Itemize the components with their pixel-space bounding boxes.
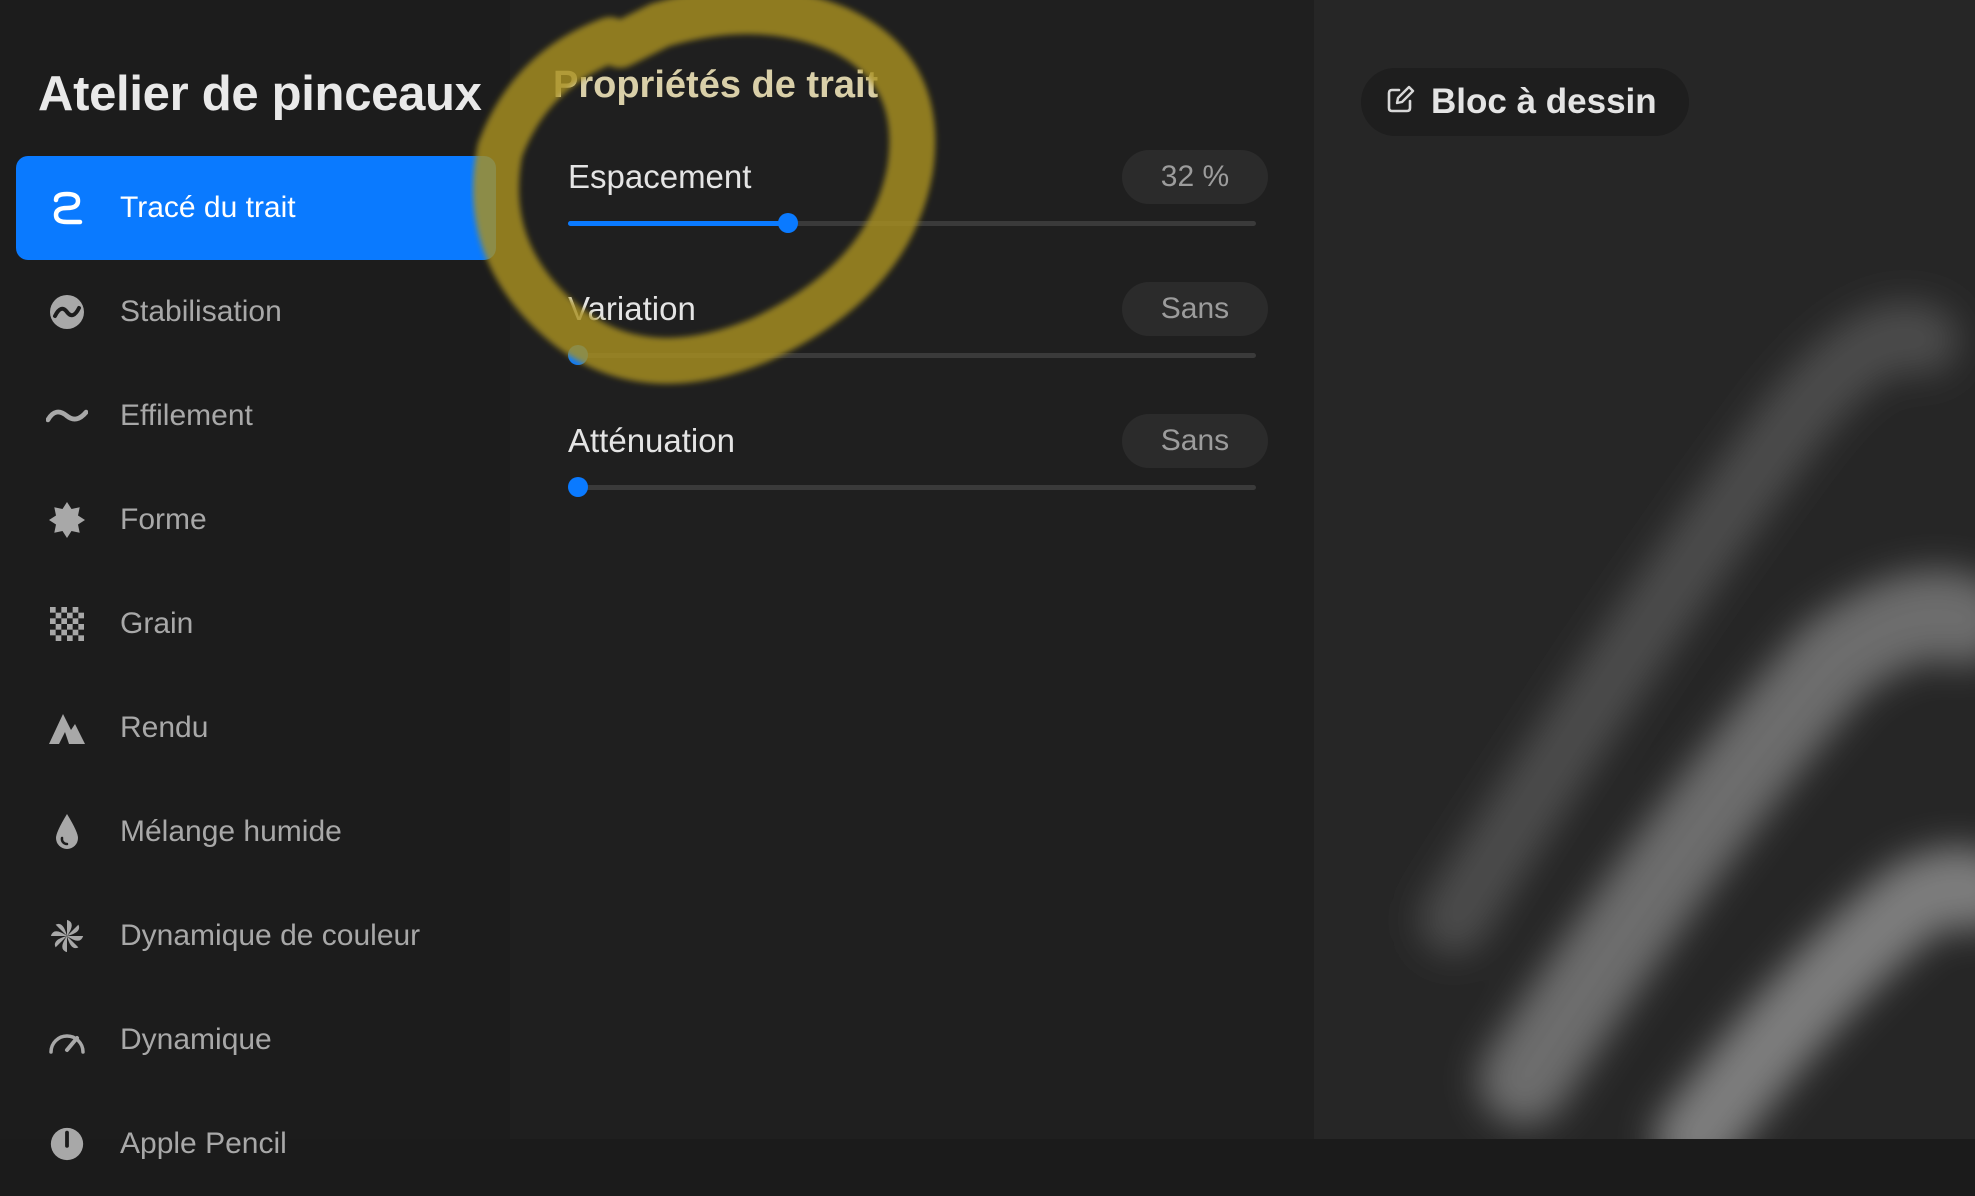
settings-panel: Propriétés de trait Espacement 32 % Vari… [510, 0, 1314, 1139]
sidebar-item-apple-pencil[interactable]: Apple Pencil [16, 1092, 496, 1196]
drawing-preview[interactable]: Bloc à dessin [1314, 0, 1975, 1139]
sidebar-item-shape[interactable]: Forme [16, 468, 496, 572]
sidebar-item-label: Tracé du trait [120, 191, 296, 224]
sidebar-item-label: Rendu [120, 711, 209, 744]
pinwheel-icon [46, 915, 88, 957]
sidebar-item-label: Stabilisation [120, 295, 282, 328]
sidebar-item-label: Forme [120, 503, 207, 536]
sidebar-item-stabilization[interactable]: Stabilisation [16, 260, 496, 364]
pencil-icon [46, 1123, 88, 1165]
drawing-pad-button[interactable]: Bloc à dessin [1361, 68, 1689, 136]
setting-falloff: Atténuation Sans [568, 414, 1268, 532]
slider-thumb[interactable] [778, 213, 799, 233]
sidebar-item-stroke-path[interactable]: Tracé du trait [16, 156, 496, 260]
drawing-pad-label: Bloc à dessin [1431, 82, 1657, 121]
edit-square-icon [1385, 85, 1415, 120]
slider-thumb[interactable] [568, 345, 588, 365]
sidebar-item-label: Mélange humide [120, 815, 342, 848]
grain-checker-icon [46, 603, 88, 645]
taper-wave-icon [46, 395, 88, 437]
sidebar-item-color-dynamics[interactable]: Dynamique de couleur [16, 884, 496, 988]
sidebar: Atelier de pinceaux Tracé du trait Stabi… [0, 0, 510, 1161]
setting-label: Espacement [568, 158, 752, 195]
spacing-slider[interactable] [568, 213, 1256, 233]
setting-label: Atténuation [568, 422, 735, 459]
setting-value-pill[interactable]: Sans [1122, 414, 1268, 468]
brush-stroke-preview [1419, 301, 1975, 1139]
falloff-slider[interactable] [568, 477, 1256, 497]
sidebar-item-label: Dynamique [120, 1023, 272, 1056]
sidebar-item-taper[interactable]: Effilement [16, 364, 496, 468]
panel-title: Propriétés de trait [553, 64, 879, 106]
stabilization-icon [46, 291, 88, 333]
variation-slider[interactable] [568, 345, 1256, 365]
sidebar-item-label: Apple Pencil [120, 1127, 287, 1160]
slider-thumb[interactable] [568, 477, 588, 497]
sidebar-nav: Tracé du trait Stabilisation Effilement … [16, 156, 496, 1196]
speedometer-icon [46, 1019, 88, 1061]
shape-badge-icon [46, 499, 88, 541]
sidebar-item-wet-mix[interactable]: Mélange humide [16, 780, 496, 884]
sidebar-item-rendering[interactable]: Rendu [16, 676, 496, 780]
setting-spacing: Espacement 32 % [568, 150, 1268, 268]
sidebar-item-label: Grain [120, 607, 194, 640]
rendering-icon [46, 707, 88, 749]
slider-fill [568, 221, 789, 226]
sidebar-item-dynamics[interactable]: Dynamique [16, 988, 496, 1092]
water-drop-icon [46, 811, 88, 853]
stroke-path-icon [46, 187, 88, 229]
sidebar-item-label: Effilement [120, 399, 253, 432]
sidebar-item-grain[interactable]: Grain [16, 572, 496, 676]
sidebar-item-label: Dynamique de couleur [120, 919, 421, 952]
app-title: Atelier de pinceaux [38, 67, 482, 121]
setting-variation: Variation Sans [568, 282, 1268, 400]
setting-value-pill[interactable]: 32 % [1122, 150, 1268, 204]
setting-label: Variation [568, 290, 696, 327]
setting-value-pill[interactable]: Sans [1122, 282, 1268, 336]
